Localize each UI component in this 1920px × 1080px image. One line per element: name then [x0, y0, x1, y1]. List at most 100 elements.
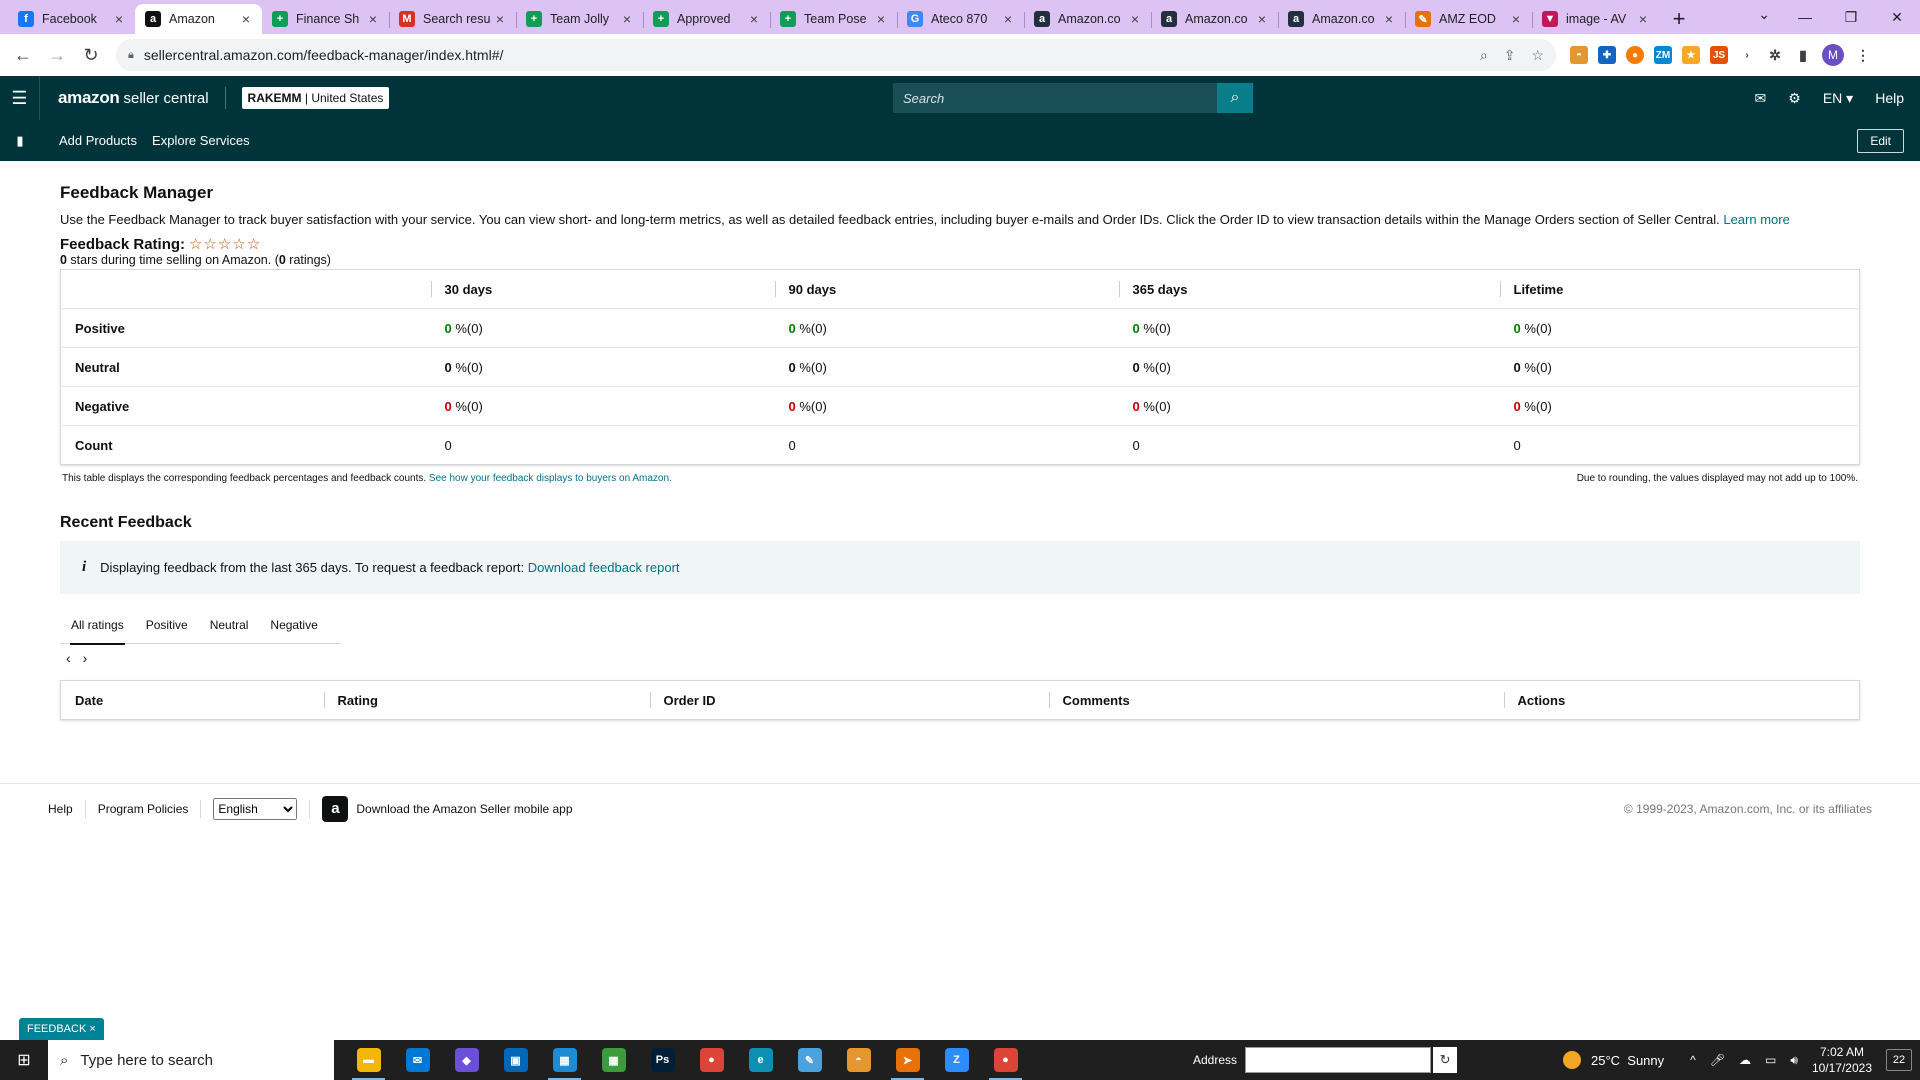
- close-icon[interactable]: ×: [89, 1023, 95, 1035]
- extension-js-icon[interactable]: JS: [1710, 46, 1728, 64]
- url-text[interactable]: sellercentral.amazon.com/feedback-manage…: [144, 47, 1480, 63]
- mail-icon[interactable]: ✉: [1755, 90, 1767, 107]
- help-link[interactable]: Help: [1875, 90, 1904, 106]
- chevron-up-icon[interactable]: ^: [1690, 1053, 1696, 1068]
- browser-tab[interactable]: G Ateco 870 ×: [897, 4, 1024, 34]
- notifications-icon[interactable]: 22: [1886, 1049, 1912, 1071]
- search-button[interactable]: ⌕: [1217, 83, 1253, 113]
- close-tab-icon[interactable]: ×: [873, 11, 889, 27]
- edit-nav-button[interactable]: Edit: [1857, 129, 1904, 153]
- footer-language-select[interactable]: English: [213, 797, 298, 820]
- extension-basket-icon[interactable]: ◓: [1570, 46, 1588, 64]
- browser-tab[interactable]: ▼ image - AV ×: [1532, 4, 1659, 34]
- taskbar-app[interactable]: Ps: [638, 1040, 687, 1080]
- minimize-icon[interactable]: —: [1782, 0, 1828, 34]
- address-refresh-icon[interactable]: ↻: [1433, 1047, 1458, 1073]
- feedback-col-comments[interactable]: Comments: [1048, 681, 1504, 720]
- browser-tab[interactable]: + Approved ×: [643, 4, 770, 34]
- address-input[interactable]: [1245, 1047, 1432, 1073]
- close-tab-icon[interactable]: ×: [365, 11, 381, 27]
- browser-tab[interactable]: M Search resu ×: [389, 4, 516, 34]
- feedback-col-date[interactable]: Date: [61, 681, 324, 720]
- mobile-app-link[interactable]: Download the Amazon Seller mobile app: [356, 802, 572, 816]
- account-switcher[interactable]: RAKEMM | United States: [241, 87, 390, 109]
- language-selector[interactable]: EN ▾: [1823, 90, 1853, 107]
- extension-star-icon[interactable]: ★: [1682, 46, 1700, 64]
- bookmark-star-icon[interactable]: ☆: [1531, 47, 1544, 64]
- browser-tab[interactable]: a Amazon ×: [135, 4, 262, 34]
- hamburger-menu-icon[interactable]: ☰: [0, 76, 40, 120]
- browser-tab[interactable]: ✎ AMZ EOD ×: [1405, 4, 1532, 34]
- reload-icon[interactable]: ↻: [76, 40, 106, 70]
- profile-avatar[interactable]: M: [1822, 44, 1844, 66]
- zoom-icon[interactable]: ⌕: [1480, 47, 1488, 64]
- browser-tab[interactable]: f Facebook ×: [8, 4, 135, 34]
- tab-search-icon[interactable]: ⌄: [1758, 6, 1770, 23]
- feedback-col-rating[interactable]: Rating: [323, 681, 650, 720]
- close-tab-icon[interactable]: ×: [746, 11, 762, 27]
- taskbar-app[interactable]: ▬: [344, 1040, 393, 1080]
- extension-blue-icon[interactable]: ✚: [1598, 46, 1616, 64]
- address-bar[interactable]: 🔒︎ sellercentral.amazon.com/feedback-man…: [116, 39, 1556, 71]
- browser-menu-icon[interactable]: ⋮: [1854, 46, 1872, 64]
- close-tab-icon[interactable]: ×: [1381, 11, 1397, 27]
- clock[interactable]: 7:02 AM 10/17/2023: [1812, 1044, 1872, 1076]
- tab-positive[interactable]: Positive: [135, 606, 199, 644]
- close-tab-icon[interactable]: ×: [619, 11, 635, 27]
- tab-neutral[interactable]: Neutral: [199, 606, 260, 644]
- download-feedback-report-link[interactable]: Download feedback report: [528, 560, 680, 575]
- taskbar-app[interactable]: ◆: [442, 1040, 491, 1080]
- taskbar-app[interactable]: ▦: [540, 1040, 589, 1080]
- volume-icon[interactable]: 🔊︎: [1790, 1053, 1798, 1068]
- browser-tab[interactable]: + Finance Sh ×: [262, 4, 389, 34]
- footer-program-policies-link[interactable]: Program Policies: [98, 802, 189, 816]
- taskbar-app[interactable]: ✉: [393, 1040, 442, 1080]
- tab-all-ratings[interactable]: All ratings: [60, 606, 135, 645]
- extension-arrow-icon[interactable]: ›: [1738, 46, 1756, 64]
- nav-add-products[interactable]: Add Products: [59, 133, 137, 148]
- settings-gear-icon[interactable]: ⚙: [1788, 90, 1801, 107]
- lock-icon[interactable]: 🔒︎: [128, 49, 134, 62]
- nav-explore-services[interactable]: Explore Services: [152, 133, 250, 148]
- feedback-col-order-id[interactable]: Order ID: [649, 681, 1049, 720]
- feedback-widget-button[interactable]: FEEDBACK ×: [19, 1018, 104, 1040]
- weather-widget[interactable]: 25°C Sunny: [1563, 1051, 1664, 1069]
- taskbar-app[interactable]: ◓: [834, 1040, 883, 1080]
- tab-negative[interactable]: Negative: [259, 606, 328, 644]
- close-tab-icon[interactable]: ×: [111, 11, 127, 27]
- browser-tab[interactable]: a Amazon.co ×: [1151, 4, 1278, 34]
- browser-tab[interactable]: a Amazon.co ×: [1024, 4, 1151, 34]
- close-tab-icon[interactable]: ×: [238, 11, 254, 27]
- forward-icon[interactable]: →: [42, 40, 72, 70]
- footer-help-link[interactable]: Help: [48, 802, 73, 816]
- back-icon[interactable]: ←: [8, 40, 38, 70]
- bookmark-icon[interactable]: ▮: [0, 133, 40, 149]
- maximize-icon[interactable]: ❐: [1828, 0, 1874, 34]
- new-tab-button[interactable]: +: [1665, 4, 1693, 34]
- close-tab-icon[interactable]: ×: [1635, 11, 1651, 27]
- close-window-icon[interactable]: ✕: [1874, 0, 1920, 34]
- taskbar-app[interactable]: ▦: [589, 1040, 638, 1080]
- close-tab-icon[interactable]: ×: [1127, 11, 1143, 27]
- amazon-app-icon[interactable]: a: [322, 795, 349, 822]
- browser-tab[interactable]: + Team Pose ×: [770, 4, 897, 34]
- network-icon[interactable]: ▭: [1765, 1053, 1776, 1068]
- windows-start-icon[interactable]: ⊞: [0, 1040, 48, 1080]
- chevron-left-icon[interactable]: ‹: [66, 650, 71, 666]
- side-panel-icon[interactable]: ▮: [1794, 46, 1812, 64]
- browser-tab[interactable]: a Amazon.co ×: [1278, 4, 1405, 34]
- close-tab-icon[interactable]: ×: [1000, 11, 1016, 27]
- close-tab-icon[interactable]: ×: [1508, 11, 1524, 27]
- close-tab-icon[interactable]: ×: [492, 11, 508, 27]
- extensions-puzzle-icon[interactable]: ✲: [1766, 46, 1784, 64]
- taskbar-app[interactable]: ✎: [785, 1040, 834, 1080]
- close-tab-icon[interactable]: ×: [1254, 11, 1270, 27]
- learn-more-link[interactable]: Learn more: [1723, 212, 1789, 227]
- chevron-right-icon[interactable]: ›: [83, 650, 88, 666]
- taskbar-search[interactable]: ⌕ Type here to search: [48, 1040, 334, 1080]
- extension-zm-icon[interactable]: ZM: [1654, 46, 1672, 64]
- browser-tab[interactable]: + Team Jolly ×: [516, 4, 643, 34]
- microphone-icon[interactable]: 🎤︎: [1710, 1053, 1725, 1068]
- share-icon[interactable]: ⇪: [1504, 47, 1516, 64]
- cloud-icon[interactable]: ☁: [1739, 1053, 1751, 1068]
